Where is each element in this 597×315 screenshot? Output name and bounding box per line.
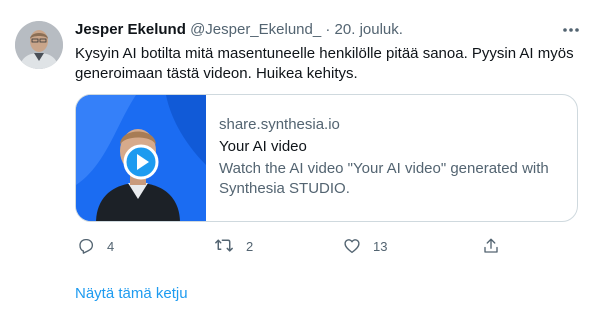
reply-icon xyxy=(79,238,94,254)
play-icon[interactable] xyxy=(122,143,160,181)
card-domain: share.synthesia.io xyxy=(219,116,340,133)
tweet-header: Jesper Ekelund @Jesper_Ekelund_ · 20. jo… xyxy=(75,20,403,40)
avatar[interactable] xyxy=(15,21,63,69)
tweet-text: Kysyin AI botilta mitä masentuneelle hen… xyxy=(75,45,574,82)
like-count: 13 xyxy=(373,238,388,254)
reply-button[interactable]: 4 xyxy=(77,236,114,256)
like-button[interactable]: 13 xyxy=(343,236,387,256)
author-display-name[interactable]: Jesper Ekelund xyxy=(75,21,186,38)
card-title: Your AI video xyxy=(219,138,307,155)
more-horizontal-icon xyxy=(563,28,579,32)
share-icon xyxy=(484,238,498,253)
retweet-icon xyxy=(215,239,233,252)
more-button[interactable] xyxy=(556,18,586,42)
reply-count: 4 xyxy=(107,238,115,254)
heart-icon xyxy=(344,239,360,254)
header-separator: · xyxy=(325,21,331,38)
share-button[interactable] xyxy=(482,236,500,256)
author-handle[interactable]: @Jesper_Ekelund_ xyxy=(190,21,321,38)
card-thumbnail[interactable] xyxy=(76,95,206,221)
avatar-photo xyxy=(15,21,63,69)
tweet-actions: 4 2 13 xyxy=(75,236,505,258)
card-description: Watch the AI video "Your AI video" gener… xyxy=(219,160,549,197)
card-body[interactable]: share.synthesia.io Your AI video Watch t… xyxy=(219,115,569,199)
retweet-count: 2 xyxy=(246,238,254,254)
show-thread-link[interactable]: Näytä tämä ketju xyxy=(75,285,188,302)
link-card[interactable]: share.synthesia.io Your AI video Watch t… xyxy=(75,94,578,222)
retweet-button[interactable]: 2 xyxy=(214,236,253,256)
tweet-date[interactable]: 20. jouluk. xyxy=(335,21,403,38)
